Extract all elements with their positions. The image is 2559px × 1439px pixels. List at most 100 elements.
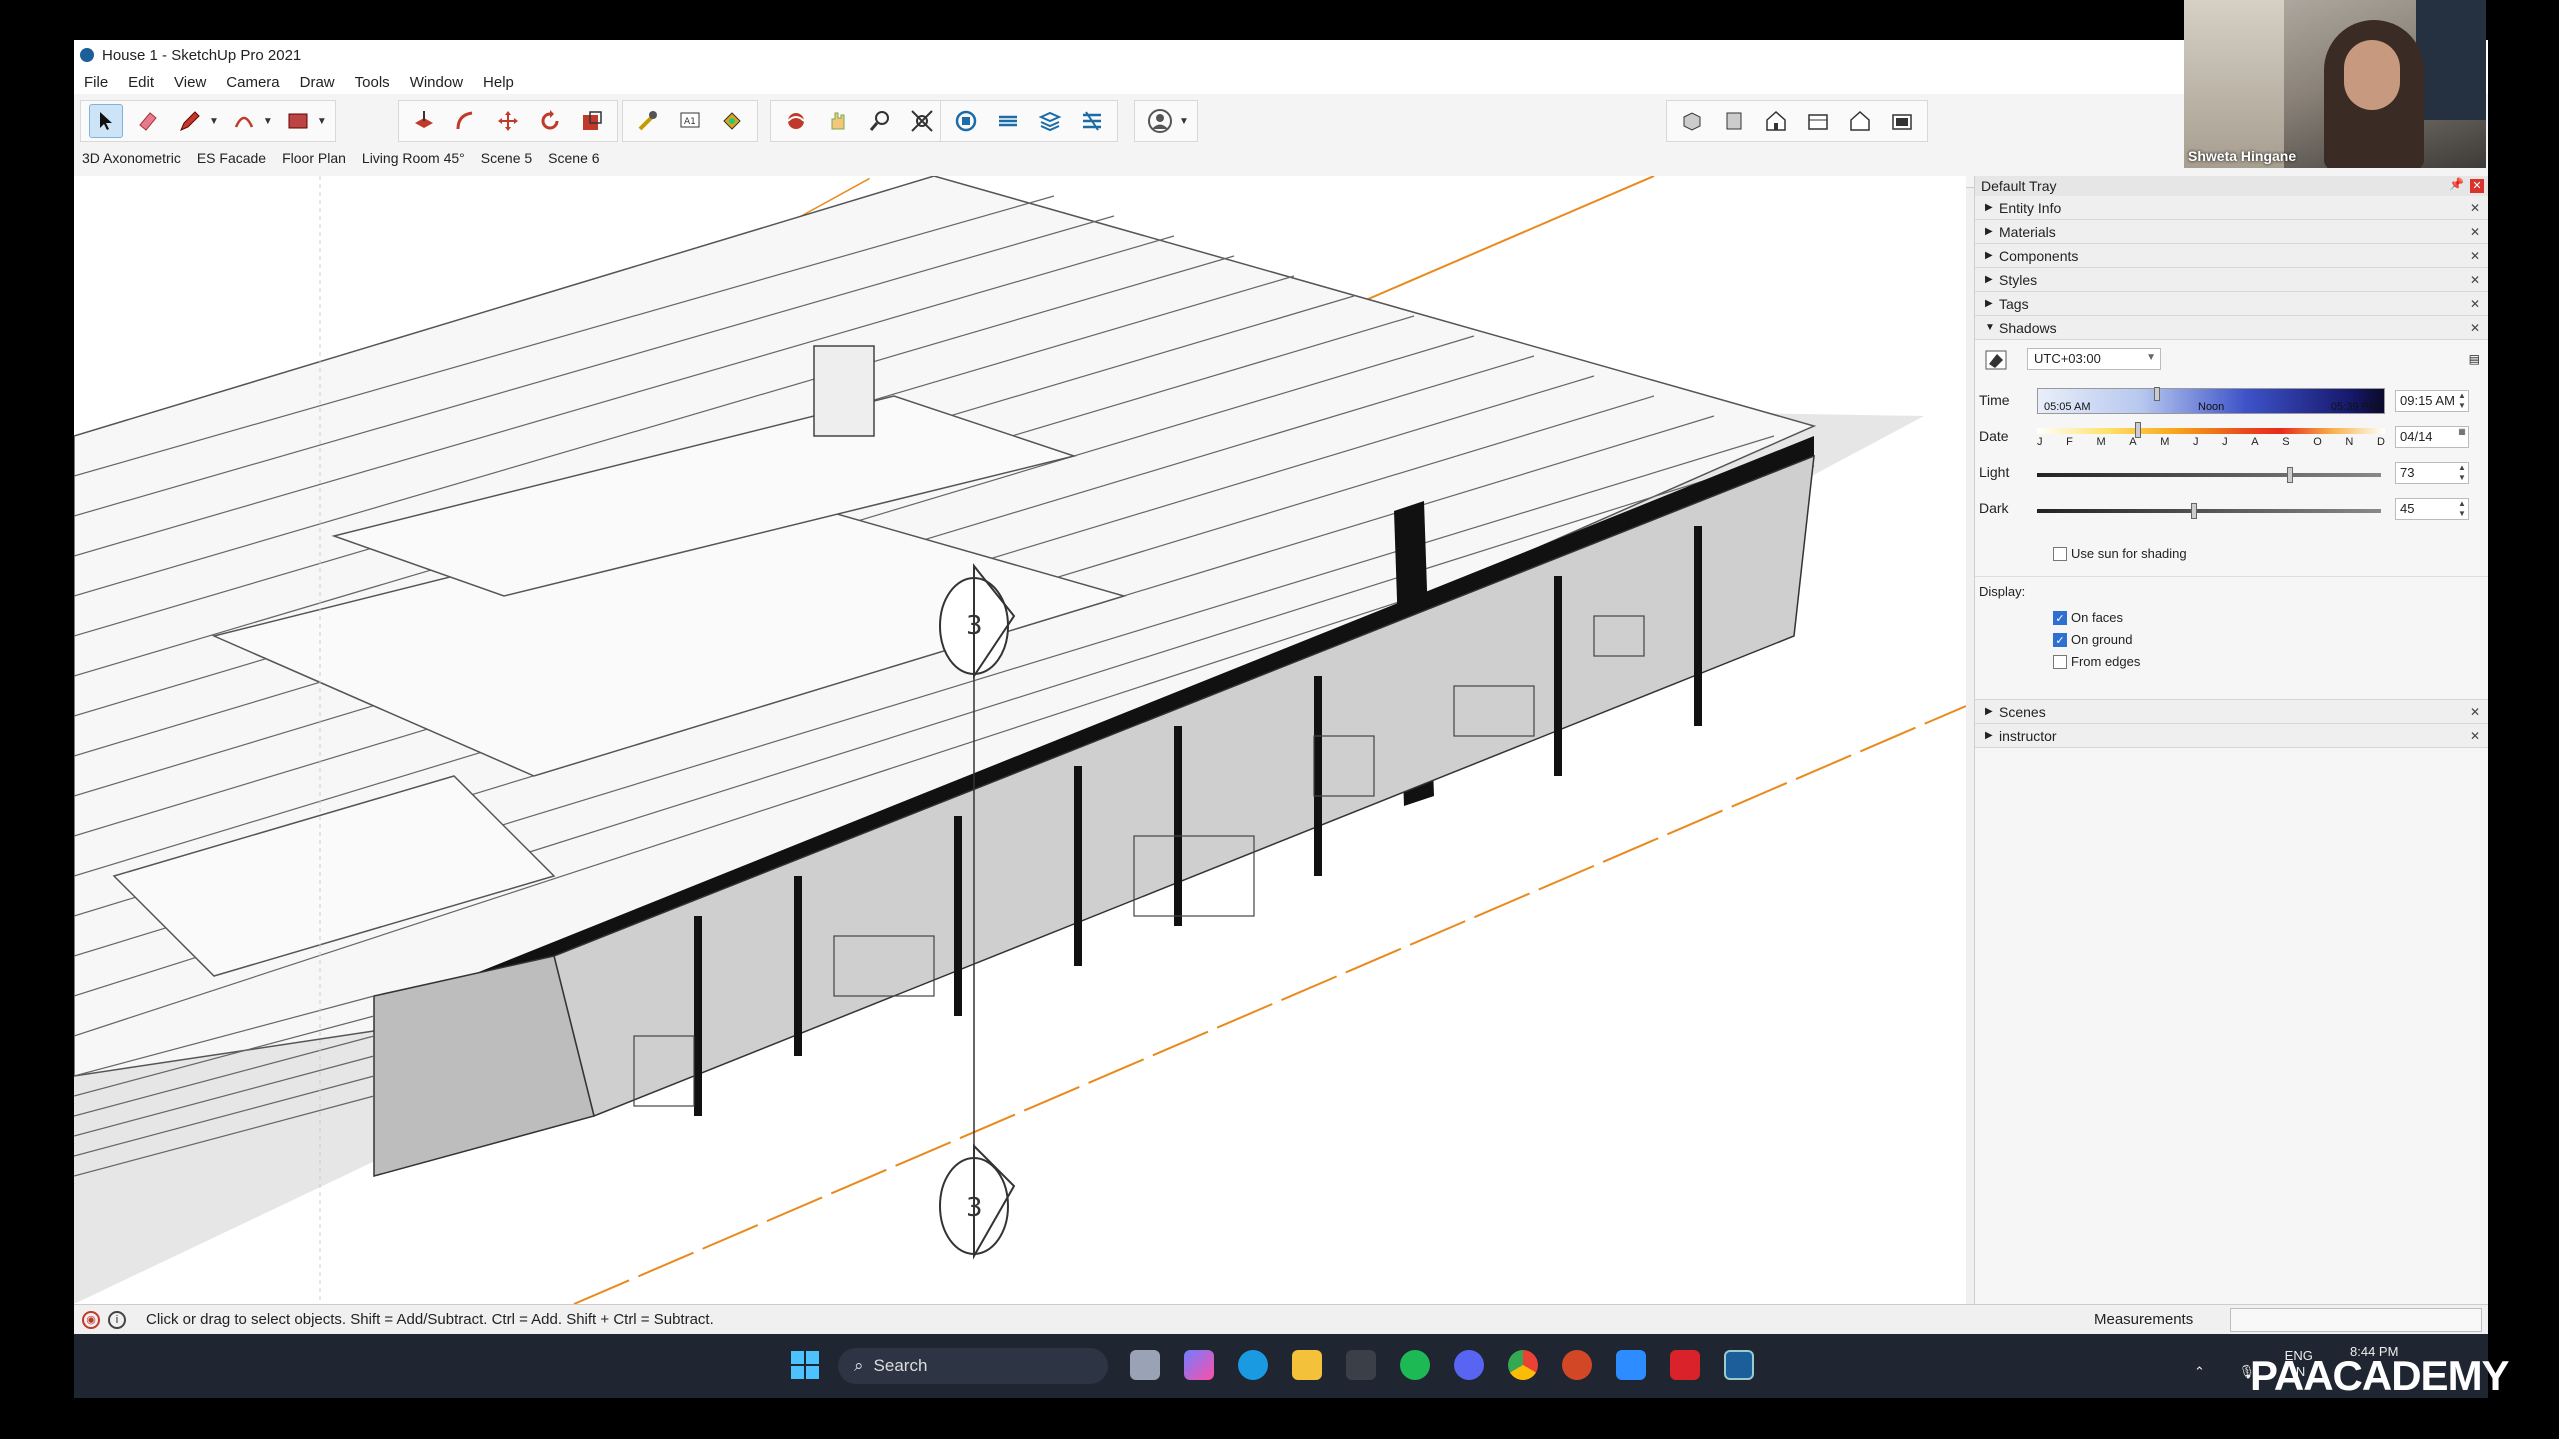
tape-measure-icon[interactable] (631, 104, 665, 138)
left-view-icon[interactable] (1885, 104, 1919, 138)
zoom-icon[interactable] (863, 104, 897, 138)
panel-styles[interactable]: ▶ Styles ✕ (1975, 268, 2488, 292)
use-sun-checkbox[interactable]: Use sun for shading (2053, 546, 2187, 561)
close-icon[interactable]: ✕ (2470, 729, 2480, 743)
zoom-extents-icon[interactable] (905, 104, 939, 138)
menu-help[interactable]: Help (473, 74, 524, 91)
scene-tab[interactable]: Floor Plan (282, 150, 346, 166)
orbit-icon[interactable] (779, 104, 813, 138)
checkbox-box[interactable] (2053, 546, 2067, 561)
move-icon[interactable] (491, 104, 525, 138)
shadow-toggle-icon[interactable] (1985, 350, 2007, 373)
layer-icon[interactable] (1033, 104, 1067, 138)
add-location-icon[interactable] (1075, 104, 1109, 138)
front-view-icon[interactable] (1759, 104, 1793, 138)
checkmark-icon[interactable]: ✓ (2053, 632, 2067, 647)
menu-edit[interactable]: Edit (118, 74, 164, 91)
pan-icon[interactable] (821, 104, 855, 138)
menu-view[interactable]: View (164, 74, 216, 91)
light-input[interactable]: 73 ▲ ▼ (2395, 462, 2469, 484)
dark-slider-thumb[interactable] (2191, 503, 2197, 519)
scene-tab[interactable]: Living Room 45° (362, 150, 465, 166)
powerpoint-icon[interactable] (1562, 1350, 1592, 1380)
panel-components[interactable]: ▶ Components ✕ (1975, 244, 2488, 268)
eraser-icon[interactable] (131, 104, 165, 138)
on-faces-checkbox[interactable]: ✓ On faces (2053, 610, 2123, 625)
info-icon[interactable]: i (108, 1310, 126, 1329)
time-slider-thumb[interactable] (2154, 387, 2160, 401)
calendar-icon[interactable]: ▦ (2456, 427, 2468, 447)
chrome-icon[interactable] (1508, 1350, 1538, 1380)
sketchup-taskbar-icon[interactable] (1724, 1350, 1754, 1380)
file-explorer-icon[interactable] (1292, 1350, 1322, 1380)
scene-tab[interactable]: Scene 6 (548, 150, 599, 166)
push-pull-icon[interactable] (407, 104, 441, 138)
date-input[interactable]: 04/14 ▦ (2395, 426, 2469, 448)
light-slider-thumb[interactable] (2287, 467, 2293, 483)
utc-select[interactable]: UTC+03:00 ▼ (2027, 348, 2161, 370)
panel-materials[interactable]: ▶ Materials ✕ (1975, 220, 2488, 244)
spinner-icon[interactable]: ▲ ▼ (2456, 499, 2468, 519)
close-icon[interactable]: ✕ (2470, 273, 2480, 287)
paint-bucket-icon[interactable] (715, 104, 749, 138)
close-icon[interactable]: ✕ (2470, 179, 2484, 193)
spinner-icon[interactable]: ▲ ▼ (2456, 463, 2468, 483)
panel-tags[interactable]: ▶ Tags ✕ (1975, 292, 2488, 316)
panel-entity-info[interactable]: ▶ Entity Info ✕ (1975, 196, 2488, 220)
light-slider[interactable] (2037, 467, 2381, 483)
zoom-app-icon[interactable] (1616, 1350, 1646, 1380)
profile-icon[interactable] (1143, 104, 1177, 138)
text-icon[interactable]: A1 (673, 104, 707, 138)
model-viewport[interactable]: 3 3 (74, 176, 1966, 1304)
menu-camera[interactable]: Camera (216, 74, 289, 91)
dark-slider[interactable] (2037, 503, 2381, 519)
taskbar-search[interactable]: ⌕ Search (838, 1348, 1108, 1384)
warehouse-icon[interactable] (949, 104, 983, 138)
windows-start-icon[interactable] (790, 1350, 820, 1385)
extension-icon[interactable] (991, 104, 1025, 138)
scene-tab[interactable]: ES Facade (197, 150, 266, 166)
dark-input[interactable]: 45 ▲ ▼ (2395, 498, 2469, 520)
edge-icon[interactable] (1238, 1350, 1268, 1380)
time-slider[interactable]: 05:05 AM Noon 05:39 PM (2037, 387, 2385, 414)
geo-location-icon[interactable]: ◉ (82, 1310, 100, 1329)
chevron-down-icon[interactable]: ▼ (209, 116, 219, 127)
back-view-icon[interactable] (1843, 104, 1877, 138)
rectangle-icon[interactable] (281, 104, 315, 138)
checkbox-box[interactable] (2053, 654, 2067, 669)
checkmark-icon[interactable]: ✓ (2053, 610, 2067, 625)
date-slider[interactable]: J F M A M J J A S O N D (2037, 422, 2385, 450)
details-toggle-icon[interactable]: ▤ (2469, 352, 2480, 366)
spinner-icon[interactable]: ▲ ▼ (2456, 391, 2468, 411)
panel-scenes[interactable]: ▶ Scenes ✕ (1975, 700, 2488, 724)
close-icon[interactable]: ✕ (2470, 249, 2480, 263)
chevron-up-icon[interactable]: ⌃ (2194, 1364, 2205, 1379)
close-icon[interactable]: ✕ (2470, 225, 2480, 239)
spotify-icon[interactable] (1400, 1350, 1430, 1380)
pin-icon[interactable]: 📌 (2449, 177, 2464, 191)
app-icon[interactable] (1346, 1350, 1376, 1380)
follow-me-icon[interactable] (449, 104, 483, 138)
panel-instructor[interactable]: ▶ instructor ✕ (1975, 724, 2488, 748)
arc-icon[interactable] (227, 104, 261, 138)
close-icon[interactable]: ✕ (2470, 321, 2480, 335)
copilot-icon[interactable] (1184, 1350, 1214, 1380)
scene-tab[interactable]: 3D Axonometric (82, 150, 181, 166)
on-ground-checkbox[interactable]: ✓ On ground (2053, 632, 2132, 647)
acrobat-icon[interactable] (1670, 1350, 1700, 1380)
time-input[interactable]: 09:15 AM ▲ ▼ (2395, 390, 2469, 412)
select-icon[interactable] (89, 104, 123, 138)
menu-file[interactable]: File (74, 74, 118, 91)
menu-tools[interactable]: Tools (345, 74, 400, 91)
close-icon[interactable]: ✕ (2470, 201, 2480, 215)
task-view-icon[interactable] (1130, 1350, 1160, 1380)
pencil-icon[interactable] (173, 104, 207, 138)
close-icon[interactable]: ✕ (2470, 297, 2480, 311)
panel-shadows[interactable]: ▼ Shadows ✕ (1975, 316, 2488, 340)
menu-draw[interactable]: Draw (290, 74, 345, 91)
top-view-icon[interactable] (1717, 104, 1751, 138)
chevron-down-icon[interactable]: ▼ (1179, 116, 1189, 127)
rotate-icon[interactable] (533, 104, 567, 138)
from-edges-checkbox[interactable]: From edges (2053, 654, 2140, 669)
chevron-down-icon[interactable]: ▼ (263, 116, 273, 127)
